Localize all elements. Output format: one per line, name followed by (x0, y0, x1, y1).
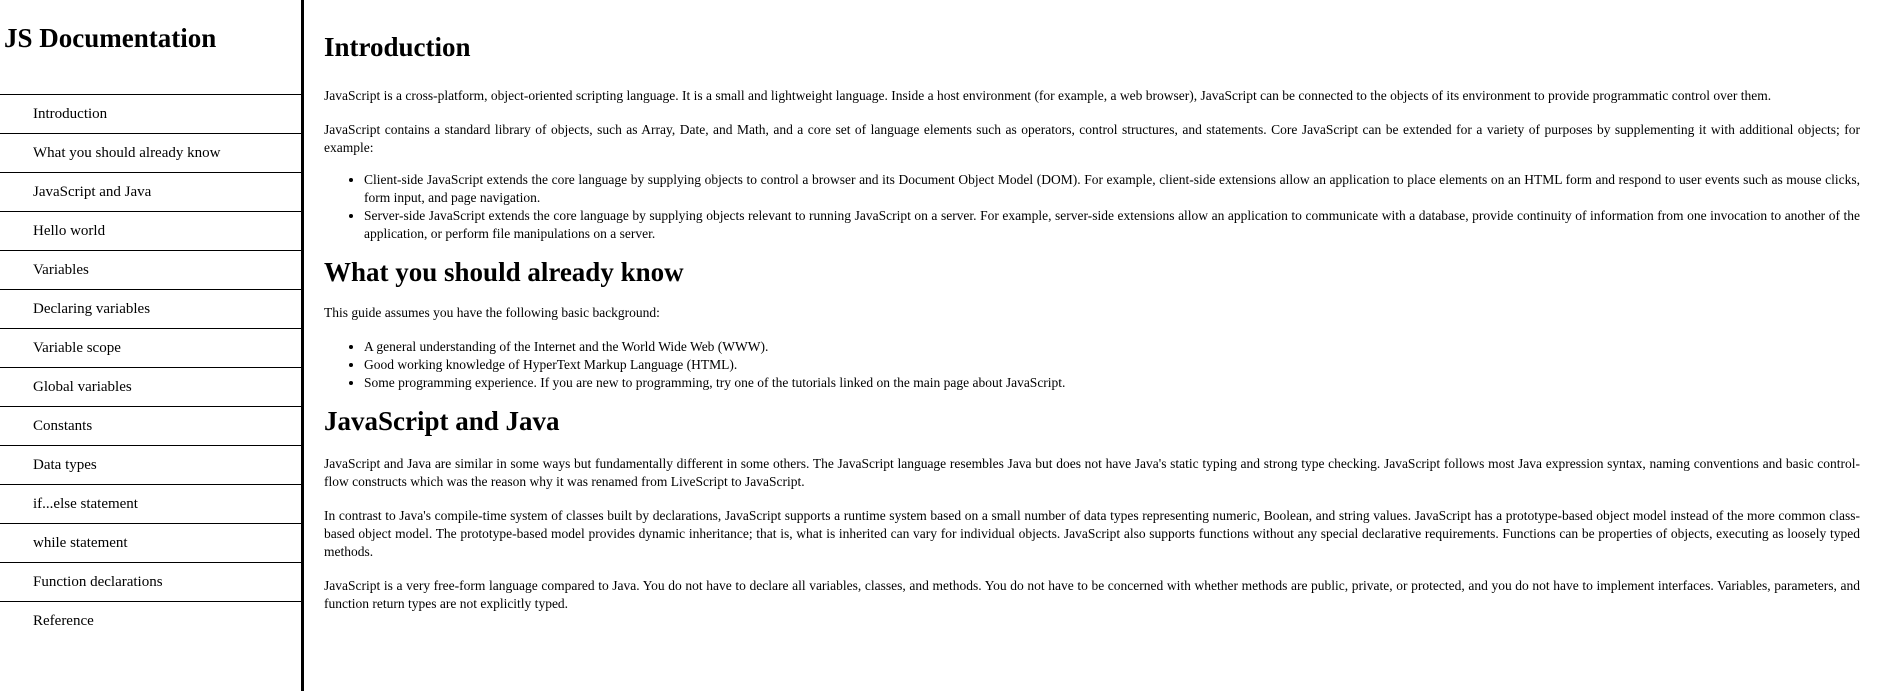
paragraph: JavaScript is a very free-form language … (324, 578, 1860, 611)
nav-link-introduction[interactable]: Introduction (0, 95, 301, 133)
nav-item: Variables (0, 250, 301, 289)
nav-link-function-declarations[interactable]: Function declarations (0, 563, 301, 601)
nav-link-declaring-variables[interactable]: Declaring variables (0, 290, 301, 328)
paragraph: JavaScript is a cross-platform, object-o… (324, 88, 1772, 103)
nav-item: Constants (0, 406, 301, 445)
nav-link-global-variables[interactable]: Global variables (0, 368, 301, 406)
list-item: Server-side JavaScript extends the core … (364, 207, 1860, 243)
nav-link-data-types[interactable]: Data types (0, 446, 301, 484)
bullet-list: A general understanding of the Internet … (324, 338, 1860, 392)
nav-link-if-else-statement[interactable]: if...else statement (0, 485, 301, 523)
list-item: Some programming experience. If you are … (364, 374, 1860, 392)
nav-item: Hello world (0, 211, 301, 250)
nav-link-constants[interactable]: Constants (0, 407, 301, 445)
paragraph: In contrast to Java's compile-time syste… (324, 508, 1860, 559)
nav-item: Data types (0, 445, 301, 484)
nav-item: Introduction (0, 94, 301, 133)
section-what-you-should-already-know: What you should already know This guide … (324, 256, 1860, 392)
section-javascript-and-java: JavaScript and Java JavaScript and Java … (324, 405, 1860, 613)
paragraph: This guide assumes you have the followin… (324, 305, 660, 320)
paragraph: JavaScript and Java are similar in some … (324, 456, 1860, 489)
nav-link-variables[interactable]: Variables (0, 251, 301, 289)
nav-item: while statement (0, 523, 301, 562)
list-item: Good working knowledge of HyperText Mark… (364, 356, 1860, 374)
main-doc: Introduction JavaScript is a cross-platf… (324, 0, 1860, 691)
sidebar-nav: JS Documentation Introduction What you s… (0, 0, 304, 691)
nav-item: Declaring variables (0, 289, 301, 328)
section-heading: JavaScript and Java (324, 406, 560, 436)
nav-title: JS Documentation (4, 23, 217, 53)
nav-item: if...else statement (0, 484, 301, 523)
list-item: Client-side JavaScript extends the core … (364, 171, 1860, 207)
nav-item: JavaScript and Java (0, 172, 301, 211)
nav-link-while-statement[interactable]: while statement (0, 524, 301, 562)
section-heading: Introduction (324, 32, 471, 62)
paragraph: JavaScript contains a standard library o… (324, 122, 1860, 155)
nav-link-what-you-should-already-know[interactable]: What you should already know (0, 134, 301, 172)
nav-item: What you should already know (0, 133, 301, 172)
nav-item: Global variables (0, 367, 301, 406)
nav-item: Variable scope (0, 328, 301, 367)
nav-item: Reference (0, 601, 301, 640)
bullet-list: Client-side JavaScript extends the core … (324, 171, 1860, 243)
nav-item: Function declarations (0, 562, 301, 601)
nav-link-hello-world[interactable]: Hello world (0, 212, 301, 250)
nav-link-variable-scope[interactable]: Variable scope (0, 329, 301, 367)
list-item: A general understanding of the Internet … (364, 338, 1860, 356)
nav-link-javascript-and-java[interactable]: JavaScript and Java (0, 173, 301, 211)
section-heading: What you should already know (324, 257, 684, 287)
nav-link-reference[interactable]: Reference (0, 602, 301, 640)
nav-list: Introduction What you should already kno… (0, 94, 301, 640)
section-introduction: Introduction JavaScript is a cross-platf… (324, 0, 1860, 243)
